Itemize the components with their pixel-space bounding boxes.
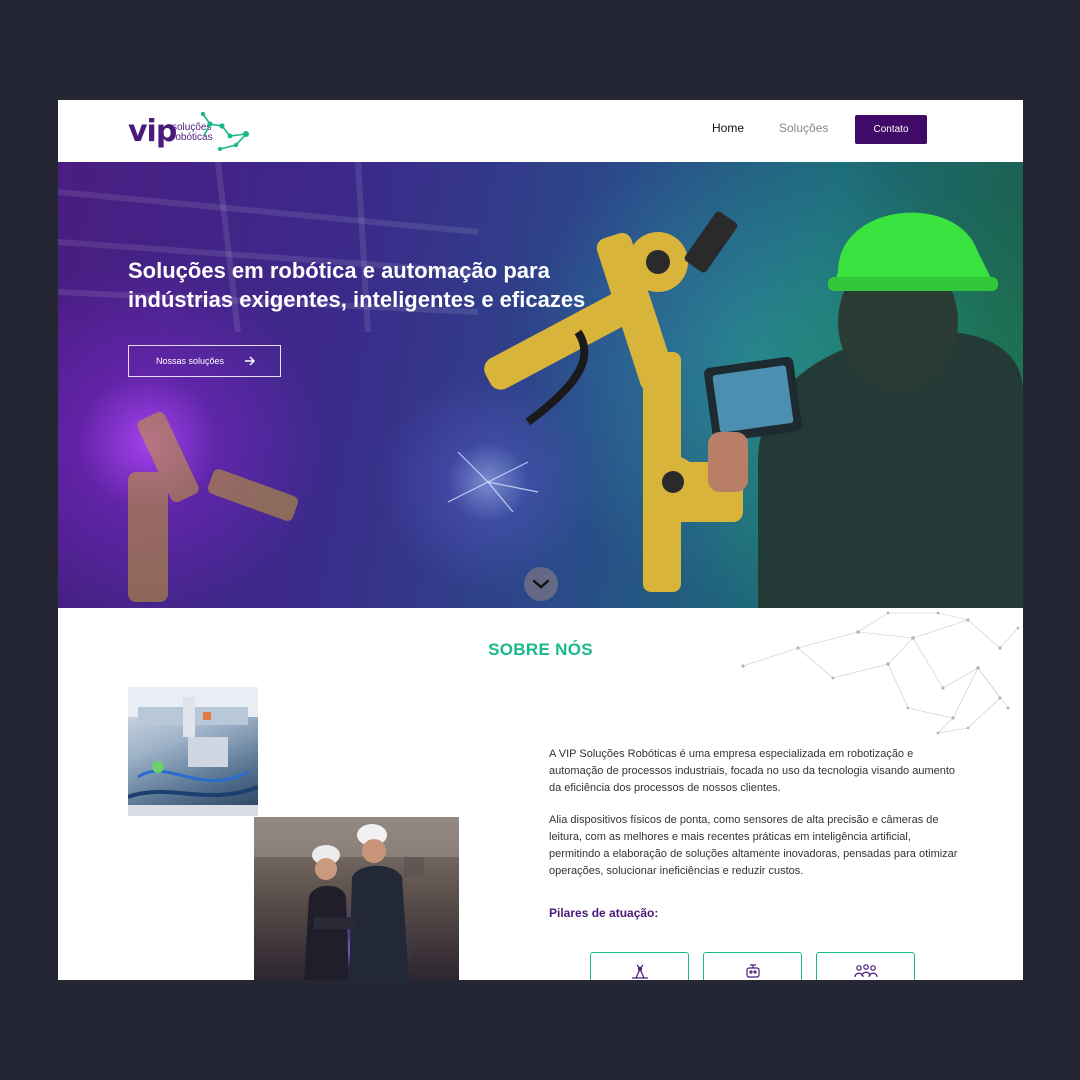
robot-arm-icon (631, 964, 648, 979)
website-page: vip soluções robóticas Home Soluções Con… (58, 100, 1023, 980)
scroll-down-button[interactable] (524, 567, 558, 601)
pillar-card-2[interactable] (703, 952, 802, 980)
pillar-card-3[interactable] (816, 952, 915, 980)
network-decoration (741, 611, 1020, 735)
logo-brand-text: vip (128, 114, 177, 149)
arrow-right-icon (245, 356, 255, 366)
hero-headline: Soluções em robótica e automação para in… (128, 258, 586, 312)
contact-button[interactable]: Contato (855, 115, 927, 144)
nav-link-home[interactable]: Home (712, 121, 744, 135)
robot-gear-icon (745, 964, 760, 978)
pillars-heading: Pilares de atuação: (549, 906, 659, 920)
hero-banner: Soluções em robótica e automação para in… (58, 162, 1023, 608)
our-solutions-button[interactable]: Nossas soluções (128, 345, 281, 377)
about-section-title: SOBRE NÓS (488, 640, 593, 659)
nav-link-solutions[interactable]: Soluções (779, 121, 828, 135)
engineers-welding-photo (254, 817, 459, 980)
about-paragraph-1: A VIP Soluções Robóticas é uma empresa e… (549, 748, 956, 794)
hero-background-image (58, 162, 1023, 608)
logo-node-graph-icon (200, 112, 249, 151)
vip-logo[interactable]: vip soluções robóticas (128, 112, 253, 152)
site-header: vip soluções robóticas Home Soluções Con… (58, 100, 1023, 162)
pillar-card-1[interactable] (590, 952, 689, 980)
automation-line-photo (128, 687, 258, 816)
about-paragraph-2: Alia dispositivos físicos de ponta, como… (549, 814, 958, 877)
our-solutions-label: Nossas soluções (156, 356, 225, 366)
network-people-icon (853, 964, 878, 978)
chevron-down-icon (532, 579, 550, 589)
about-description: A VIP Soluções Robóticas é uma empresa e… (549, 746, 959, 880)
